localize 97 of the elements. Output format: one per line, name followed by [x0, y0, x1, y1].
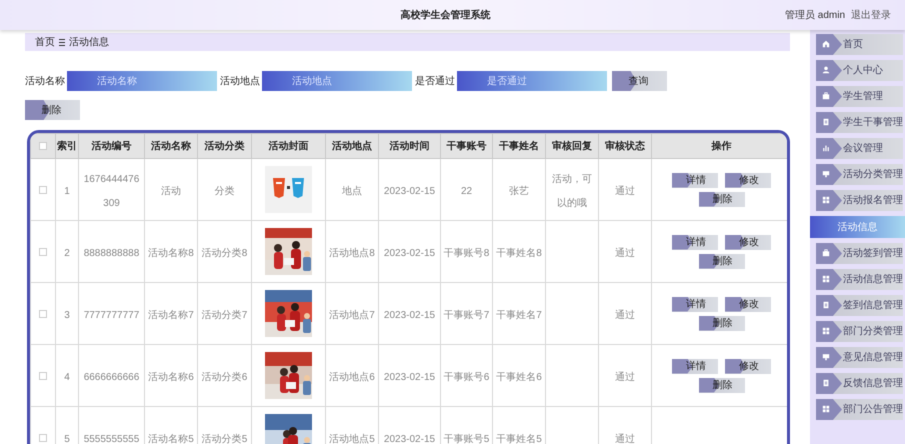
- table-cell: 活动分类5: [202, 434, 248, 444]
- table-cell: 活动分类6: [202, 372, 248, 382]
- index-cell: 4: [64, 372, 70, 382]
- sidebar-item[interactable]: 活动分类管理: [816, 164, 903, 185]
- column-header: 索引: [56, 134, 78, 158]
- column-header: 干事账号: [440, 134, 492, 158]
- sidebar-item[interactable]: 学生管理: [816, 86, 903, 107]
- app-title: 高校学生会管理系统: [400, 8, 490, 22]
- search-field[interactable]: 活动地点: [262, 71, 412, 91]
- column-header: 活动编号: [78, 134, 144, 158]
- table-cell: 通过: [615, 434, 635, 444]
- column-header: 审核状态: [598, 134, 652, 158]
- table-cell: 活动名称7: [148, 310, 194, 320]
- detail-button[interactable]: 详情: [672, 234, 718, 250]
- date-cell: 2023-02-15: [384, 372, 436, 382]
- column-header: 活动封面: [252, 134, 326, 158]
- code-cell: 1676444476309: [84, 174, 140, 208]
- date-cell: 2023-02-15: [384, 186, 436, 196]
- table-cell: 活动地点5: [329, 434, 375, 444]
- table-cell: 活动名称5: [148, 434, 194, 444]
- delete-button[interactable]: 删除: [698, 192, 744, 206]
- table-cell: 干事账号8: [444, 248, 490, 258]
- user-label: 管理员 admin: [784, 8, 845, 22]
- sidebar-item[interactable]: 首页: [816, 34, 903, 55]
- code-cell: 8888888888: [84, 248, 140, 258]
- column-header: 审核回复: [546, 134, 598, 158]
- sidebar-item[interactable]: 部门分类管理: [816, 321, 903, 342]
- column-header: 操作: [652, 134, 787, 158]
- date-cell: 2023-02-15: [384, 434, 436, 444]
- delete-button[interactable]: 删除: [698, 254, 744, 268]
- column-header: 活动时间: [378, 134, 440, 158]
- table-cell: 活动名称6: [148, 372, 194, 382]
- date-cell: 2023-02-15: [384, 248, 436, 258]
- table-cell: 通过: [615, 248, 635, 258]
- table-cell: 22: [460, 186, 472, 196]
- table-cell: 活动地点6: [329, 372, 375, 382]
- edit-button[interactable]: 修改: [725, 296, 771, 312]
- date-cell: 2023-02-15: [384, 310, 436, 320]
- table-cell: 活动: [161, 186, 181, 196]
- index-cell: 5: [64, 434, 70, 444]
- table-cell: 干事账号7: [444, 310, 490, 320]
- table-cell: 干事姓名8: [496, 248, 542, 258]
- table-cell: 干事账号6: [444, 372, 490, 382]
- code-cell: 7777777777: [84, 310, 140, 320]
- breadcrumb-current: 活动信息: [69, 36, 109, 50]
- code-cell: 5555555555: [84, 434, 140, 444]
- table-cell: 干事姓名6: [496, 372, 542, 382]
- search-field[interactable]: 是否通过: [457, 71, 607, 91]
- column-header: 活动分类: [198, 134, 252, 158]
- delete-button[interactable]: 删除: [698, 316, 744, 330]
- table-cell: 干事姓名5: [496, 434, 542, 444]
- edit-button[interactable]: 修改: [725, 358, 771, 374]
- detail-button[interactable]: 详情: [672, 172, 718, 188]
- field-label: 活动地点: [220, 74, 260, 88]
- sidebar-item[interactable]: 活动报名管理: [816, 190, 903, 211]
- table-cell: 干事账号5: [444, 434, 490, 444]
- table-cell: 干事姓名7: [496, 310, 542, 320]
- table-cell: 地点: [342, 186, 362, 196]
- table-cell: 活动名称8: [148, 248, 194, 258]
- field-label: 活动名称: [25, 74, 65, 88]
- column-header: 干事姓名: [492, 134, 546, 158]
- sidebar-item[interactable]: 会议管理: [816, 138, 903, 159]
- table-cell: 活动分类7: [202, 310, 248, 320]
- sidebar-item[interactable]: 活动信息管理: [816, 269, 903, 290]
- table-cell: 通过: [615, 372, 635, 382]
- index-cell: 3: [64, 310, 70, 320]
- field-label: 是否通过: [415, 74, 455, 88]
- edit-button[interactable]: 修改: [725, 172, 771, 188]
- delete-button[interactable]: 删除: [698, 378, 744, 392]
- sidebar-item[interactable]: 签到信息管理: [816, 295, 903, 316]
- sidebar-item[interactable]: 反馈信息管理: [816, 373, 903, 394]
- table-cell: 通过: [615, 310, 635, 320]
- column-header: 活动名称: [144, 134, 198, 158]
- table-cell: 张艺: [509, 186, 529, 196]
- edit-button[interactable]: 修改: [725, 234, 771, 250]
- index-cell: 1: [64, 186, 70, 196]
- sidebar-item[interactable]: 意见信息管理: [816, 347, 903, 368]
- sidebar-item[interactable]: 学生干事管理: [816, 112, 903, 133]
- table-cell: 活动，可以的哦: [552, 174, 592, 208]
- sidebar-item[interactable]: 部门公告管理: [816, 399, 903, 420]
- column-header: 活动地点: [326, 134, 378, 158]
- logout-link[interactable]: 退出登录: [851, 8, 891, 22]
- breadcrumb-link[interactable]: 首页: [35, 34, 55, 50]
- query-button[interactable]: 查询: [612, 71, 667, 91]
- table-cell: 活动分类8: [202, 248, 248, 258]
- sidebar-item[interactable]: 个人中心: [816, 60, 903, 81]
- table-cell: 通过: [615, 186, 635, 196]
- delete-button[interactable]: 删除: [25, 100, 80, 120]
- table-cell: 分类: [214, 186, 234, 196]
- detail-button[interactable]: 详情: [672, 296, 718, 312]
- table-cell: 活动地点8: [329, 248, 375, 258]
- index-cell: 2: [64, 248, 70, 258]
- table-cell: 活动地点7: [329, 310, 375, 320]
- code-cell: 6666666666: [84, 372, 140, 382]
- detail-button[interactable]: 详情: [672, 358, 718, 374]
- search-field[interactable]: 活动名称: [67, 71, 217, 91]
- sidebar-item[interactable]: 活动签到管理: [816, 243, 903, 264]
